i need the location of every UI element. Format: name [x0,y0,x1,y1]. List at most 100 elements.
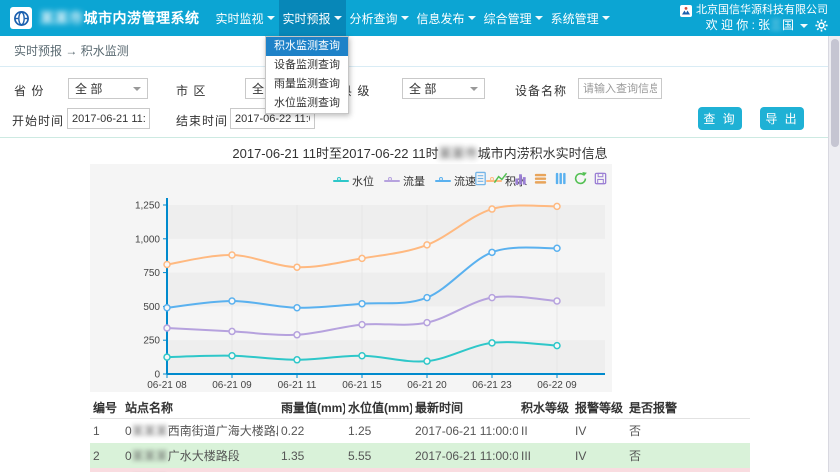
chart-toolbox [473,171,608,186]
app-title: 某某市城市内涝管理系统 [40,8,200,28]
line-chart-icon[interactable] [493,171,508,186]
chevron-down-icon [133,87,141,91]
cell-time: 2017-06-21 11:00:00 [412,418,518,443]
legend-marker-icon [333,180,349,182]
top-bar: 某某市城市内涝管理系统 实时监视 实时预报 分析查询 信息发布综合管理系统管理 北京国… [0,0,840,36]
table-header-6: 报警等级 [572,397,626,418]
end-time-label: 结束时间 [176,112,228,129]
app-logo-icon [10,7,32,29]
legend-marker-icon [435,180,451,182]
censored-station-name: 某某某 [132,449,168,463]
city-label: 市 区 [176,82,206,99]
gear-icon[interactable] [815,19,828,32]
nav-item-5[interactable]: 系统管理 [547,0,614,36]
cell-water: 5.55 [345,443,412,468]
query-button[interactable]: 查 询 [698,107,742,130]
company-name: 北京国信华源科技有限公司 [696,3,828,18]
user-menu[interactable]: 张三国 [758,18,794,33]
svg-text:06-21 20: 06-21 20 [407,380,447,390]
nav-item-2[interactable]: 分析查询 [346,0,413,36]
province-select[interactable]: 全 部 [68,78,148,99]
table-row[interactable]: 3 0某某某美玉大楼险段 0.50 8.08 2017-06-21 11:00:… [90,468,750,472]
svg-text:06-22 09: 06-22 09 [537,380,577,390]
cell-rain: 1.35 [278,443,345,468]
svg-text:06-21 08: 06-21 08 [147,380,187,390]
cell-level: III [518,443,572,468]
chevron-down-icon [602,16,610,20]
chart-plot-area: 02505007501,0001,25006-21 0806-21 0906-2… [90,190,612,390]
vertical-scrollbar[interactable] [828,36,840,472]
cell-alerted: 否 [626,468,750,472]
device-name-input[interactable] [578,78,662,99]
cell-water: 1.25 [345,418,412,443]
legend-marker-icon [384,180,400,182]
censored-city-name: 某某市 [40,10,84,26]
nav-item-label: 实时监视 [216,10,264,27]
start-time-input[interactable] [67,108,150,129]
table-body: 1 0某某某西南街道广海大楼路段 0.22 1.25 2017-06-21 11… [90,418,750,472]
save-image-icon[interactable] [593,171,608,186]
dropdown-item-0[interactable]: 积水监测查询 [266,37,348,56]
welcome-text: 欢 迎 你 : [706,18,755,33]
nav-item-0[interactable]: 实时监视 [212,0,279,36]
tiled-icon[interactable] [553,171,568,186]
table-header-2: 雨量值(mm) [278,397,345,418]
cell-alerted: 否 [626,418,750,443]
cell-time: 2017-06-21 11:00:00 [412,468,518,472]
main-nav: 实时监视 实时预报 分析查询 信息发布综合管理系统管理 [212,0,614,36]
cell-rain: 0.22 [278,418,345,443]
company-line: 北京国信华源科技有限公司 [680,3,828,18]
welcome-line: 欢 迎 你 : 张三国 [680,18,828,33]
breadcrumb: 实时预报 → 积水监测 [0,36,840,67]
cell-alarm: III [572,468,626,472]
legend-item[interactable]: 水位 [333,173,374,189]
company-logo-icon [680,5,692,17]
svg-text:750: 750 [143,268,160,279]
nav-item-1[interactable]: 实时预报 [279,0,346,36]
cell-no: 3 [90,468,122,472]
legend-item[interactable]: 流量 [384,173,425,189]
county-select[interactable]: 全 部 [402,78,485,99]
cell-rain: 0.50 [278,468,345,472]
scrollbar-thumb[interactable] [831,39,839,147]
chevron-down-icon [468,16,476,20]
cell-alarm: IV [572,418,626,443]
svg-text:06-21 15: 06-21 15 [342,380,382,390]
table-header-1: 站点名称 [122,397,278,418]
nav-item-4[interactable]: 综合管理 [480,0,547,36]
county-select-value: 全 部 [409,80,436,97]
svg-text:06-21 09: 06-21 09 [212,380,252,390]
legend-item[interactable]: 流速 [435,173,476,189]
table-row[interactable]: 2 0某某某广水大楼路段 1.35 5.55 2017-06-21 11:00:… [90,443,750,468]
table-header-0: 编号 [90,397,122,418]
nav-item-3[interactable]: 信息发布 [413,0,480,36]
dropdown-item-3[interactable]: 水位监测查询 [266,94,348,113]
chevron-down-icon [535,16,543,20]
svg-text:250: 250 [143,336,160,347]
censored-station-name: 某某某 [132,424,168,438]
restore-icon[interactable] [573,171,588,186]
export-button[interactable]: 导 出 [760,107,804,130]
nav-item-label: 分析查询 [350,10,398,27]
chevron-down-icon [401,16,409,20]
chevron-down-icon [470,87,478,91]
dropdown-item-2[interactable]: 雨量监测查询 [266,75,348,94]
censored-city-name: 某某市 [439,146,478,161]
data-view-icon[interactable] [473,171,488,186]
nav-item-label: 信息发布 [417,10,465,27]
stack-icon[interactable] [533,171,548,186]
cell-station: 0某某某美玉大楼险段 [122,468,278,472]
legend-label: 流量 [403,173,425,189]
nav-item-label: 实时预报 [283,10,331,27]
breadcrumb-part2: 积水监测 [81,44,129,58]
table-row[interactable]: 1 0某某某西南街道广海大楼路段 0.22 1.25 2017-06-21 11… [90,418,750,443]
cell-level: I [518,468,572,472]
cell-time: 2017-06-21 11:00:00 [412,443,518,468]
dropdown-item-1[interactable]: 设备监测查询 [266,56,348,75]
censored-user-name: 三 [770,18,782,32]
cell-no: 2 [90,443,122,468]
cell-alarm: IV [572,443,626,468]
cell-level: II [518,418,572,443]
table-header-row: 编号站点名称雨量值(mm)水位值(mm)最新时间积水等级报警等级是否报警 [90,397,750,418]
bar-chart-icon[interactable] [513,171,528,186]
